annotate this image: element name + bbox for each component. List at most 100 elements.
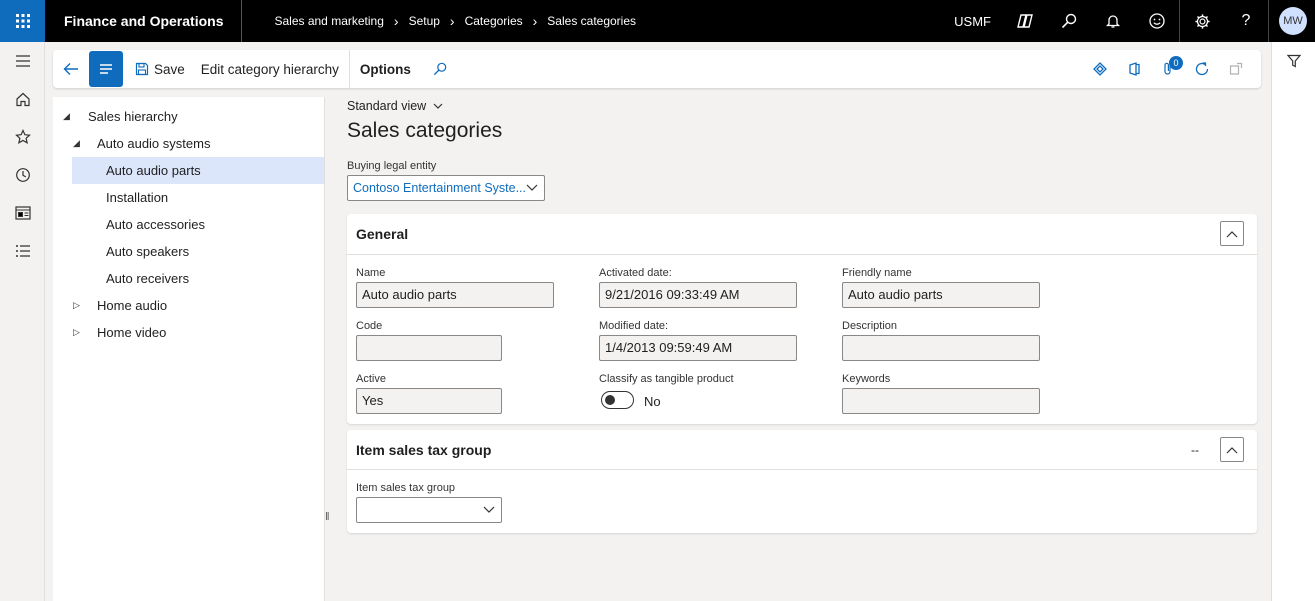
popout-icon [1229,62,1243,75]
open-new-window-button[interactable] [1219,50,1253,88]
code-label: Code [356,320,383,332]
waffle-icon [15,14,30,28]
breadcrumb-item-setup[interactable]: Setup [409,14,440,28]
home-button[interactable] [0,80,45,118]
action-search-button[interactable] [425,50,455,88]
refresh-button[interactable] [1185,50,1219,88]
code-field[interactable] [356,335,502,361]
divider [348,50,350,88]
filter-icon [1287,54,1301,68]
workspace-icon [14,206,31,220]
tree-node-label: Installation [106,190,169,205]
buying-legal-entity-select[interactable]: Contoso Entertainment Syste... [347,175,545,201]
arrow-left-icon [63,63,78,75]
recent-button[interactable] [0,156,45,194]
expand-triangle-icon[interactable]: ▷ [73,292,85,319]
general-section-header[interactable]: General [347,214,1257,255]
friendly-name-field[interactable]: Auto audio parts [842,282,1040,308]
hamburger-icon [15,55,30,67]
tree-node-home-audio[interactable]: ▷ Home audio [53,292,324,319]
office-button[interactable] [1117,50,1151,88]
tree-node-auto-speakers[interactable]: Auto speakers [72,238,324,265]
save-button[interactable]: Save [127,50,193,88]
avatar[interactable]: MW [1279,7,1307,35]
gear-icon [1194,13,1210,29]
tree-node-home-video[interactable]: ▷ Home video [53,319,324,346]
tree-node-auto-accessories[interactable]: Auto accessories [72,211,324,238]
chevron-up-icon [1226,230,1238,237]
breadcrumb-item-sales-and-marketing[interactable]: Sales and marketing [274,14,383,28]
tree-node-auto-audio-parts[interactable]: Auto audio parts [72,157,324,184]
copilot-button[interactable] [1003,0,1047,42]
feedback-button[interactable] [1135,0,1179,42]
top-nav-bar: Finance and Operations Sales and marketi… [0,0,1315,42]
tree-node-label: Auto audio parts [106,163,201,178]
bell-icon [1105,15,1121,28]
attachments-button[interactable]: 0 [1151,50,1185,88]
view-selector[interactable]: Standard view [347,99,443,113]
keywords-label: Keywords [842,373,891,385]
filter-button[interactable] [1272,42,1315,80]
tax-section-header[interactable]: Item sales tax group -- [347,430,1257,470]
item-sales-tax-group-section: Item sales tax group -- Item sales tax g… [347,430,1257,533]
modules-button[interactable] [0,232,45,270]
buying-legal-entity-label: Buying legal entity [347,160,437,172]
copilot-icon [1017,14,1033,28]
power-apps-button[interactable] [1083,50,1117,88]
breadcrumb-item-categories[interactable]: Categories [465,14,523,28]
favorites-button[interactable] [0,118,45,156]
friendly-name-label: Friendly name [842,267,912,279]
tree-node-auto-receivers[interactable]: Auto receivers [72,265,324,292]
workspaces-button[interactable] [0,194,45,232]
toggle-knob [605,395,615,405]
action-menu-button[interactable] [89,51,123,87]
settings-button[interactable] [1180,0,1224,42]
chevron-down-icon [526,176,538,208]
power-apps-icon [1093,62,1107,76]
collapse-triangle-icon[interactable]: ◢ [73,130,85,157]
options-tab[interactable]: Options [352,50,419,88]
search-icon [433,62,447,76]
expand-triangle-icon[interactable]: ▷ [73,319,85,346]
activated-date-field[interactable]: 9/21/2016 09:33:49 AM [599,282,797,308]
buying-legal-entity-value: Contoso Entertainment Syste... [353,181,527,195]
tangible-product-value: No [644,394,661,409]
collapse-section-button[interactable] [1220,437,1244,462]
star-icon [14,129,31,144]
tree-node-sales-hierarchy[interactable]: ◢ Sales hierarchy [53,103,324,130]
chevron-down-icon [433,103,443,109]
tree-node-auto-audio-systems[interactable]: ◢ Auto audio systems [53,130,324,157]
clock-icon [15,168,30,182]
notifications-button[interactable] [1091,0,1135,42]
save-icon [135,62,149,76]
chevron-up-icon [1226,446,1238,453]
hamburger-menu-button[interactable] [0,42,45,80]
tree-node-label: Sales hierarchy [88,109,178,124]
edit-category-hierarchy-button[interactable]: Edit category hierarchy [193,50,347,88]
tree-node-label: Auto accessories [106,217,205,232]
app-launcher-button[interactable] [0,0,45,42]
modified-date-field[interactable]: 1/4/2013 09:59:49 AM [599,335,797,361]
search-button[interactable] [1047,0,1091,42]
description-field[interactable] [842,335,1040,361]
item-sales-tax-group-select[interactable] [356,497,502,523]
lines-icon [100,64,112,74]
back-button[interactable] [53,50,89,88]
name-field[interactable]: Auto audio parts [356,282,554,308]
company-picker[interactable]: USMF [954,14,991,29]
app-title[interactable]: Finance and Operations [45,0,243,42]
tree-node-installation[interactable]: Installation [72,184,324,211]
breadcrumb-item-sales-categories[interactable]: Sales categories [547,14,636,28]
page-title: Sales categories [347,119,503,142]
tree-node-label: Home audio [97,298,168,313]
pane-splitter-handle[interactable]: ‖ [325,511,330,523]
keywords-field[interactable] [842,388,1040,414]
collapse-triangle-icon[interactable]: ◢ [63,103,75,130]
collapse-section-button[interactable] [1220,221,1244,246]
active-field[interactable]: Yes [356,388,502,414]
section-title: General [356,226,409,242]
tangible-product-toggle[interactable] [601,391,634,409]
help-button[interactable]: ? [1224,0,1268,42]
save-label: Save [154,61,185,77]
category-tree: ◢ Sales hierarchy ◢ Auto audio systems A… [53,97,325,601]
